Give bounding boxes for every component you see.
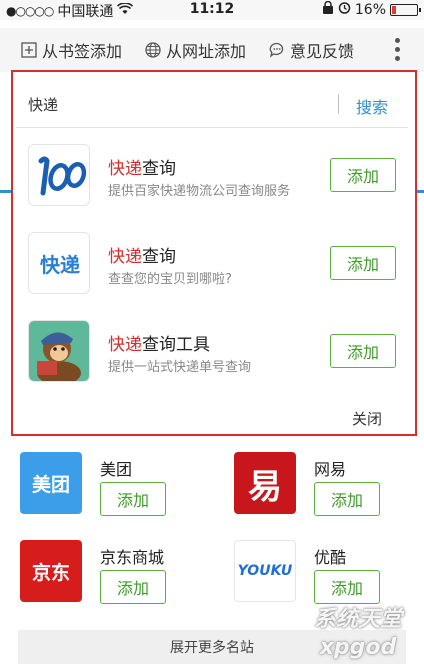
feedback-button[interactable]: 意见反馈 <box>268 38 354 62</box>
site-meituan: 美团 美团 添加 <box>20 452 210 516</box>
site-name: 美团 <box>100 460 133 479</box>
site-name: 京东商城 <box>100 548 165 567</box>
site-name: 优酷 <box>314 548 347 567</box>
battery-icon <box>390 3 421 16</box>
add-button[interactable]: 添加 <box>100 570 166 604</box>
page-accent-line <box>0 190 11 193</box>
battery-percent: 16% <box>354 1 386 18</box>
feedback-label: 意见反馈 <box>290 42 355 61</box>
globe-icon <box>144 42 161 59</box>
site-youku: YOUKU 优酷 添加 <box>234 540 424 604</box>
watermark-line2: xpgod <box>319 635 397 660</box>
meituan-logo-icon: 美团 <box>20 452 82 514</box>
page-accent-line-right <box>417 190 424 193</box>
more-menu-icon[interactable] <box>395 38 400 61</box>
add-from-bookmarks-label: 从书签添加 <box>42 42 123 61</box>
plus-square-icon <box>20 42 37 59</box>
site-name: 网易 <box>314 460 347 479</box>
youku-logo-icon: YOUKU <box>234 540 296 602</box>
lock-icon <box>322 0 334 18</box>
add-from-url-button[interactable]: 从网址添加 <box>144 38 246 62</box>
add-button[interactable]: 添加 <box>100 482 166 516</box>
watermark-line1: 系统天堂 <box>313 607 402 632</box>
highlight-frame <box>11 70 417 436</box>
watermark-logo: 系统天堂 xpgod <box>298 606 418 664</box>
add-from-url-label: 从网址添加 <box>166 42 247 61</box>
add-button[interactable]: 添加 <box>314 482 380 516</box>
add-from-bookmarks-button[interactable]: 从书签添加 <box>20 38 122 62</box>
jd-logo-icon: 京东 <box>20 540 82 602</box>
status-bar: ●○○○○ 中国联通 11:12 16% <box>0 0 424 20</box>
netease-logo-icon: 易 <box>234 452 296 514</box>
site-netease: 易 网易 添加 <box>234 452 424 516</box>
top-toolbar: 从书签添加 从网址添加 意见反馈 <box>0 28 424 72</box>
status-right: 16% <box>322 0 421 18</box>
site-jd: 京东 京东商城 添加 <box>20 540 210 604</box>
chat-bubble-icon <box>268 42 285 59</box>
add-button[interactable]: 添加 <box>314 570 380 604</box>
alarm-icon <box>338 1 351 18</box>
